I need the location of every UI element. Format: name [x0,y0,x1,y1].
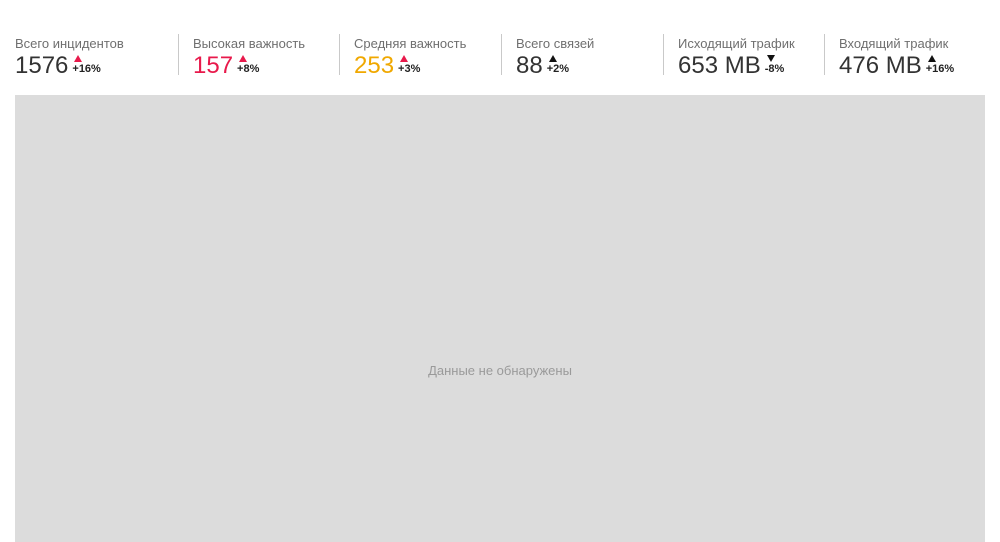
stat-label: Всего связей [516,36,595,51]
stat-value: 88 [516,52,543,79]
chart-area: Данные не обнаружены [15,95,985,542]
stat-change: +3% [398,54,434,78]
arrow-up-icon [74,55,83,62]
stat-change: -8% [765,54,801,78]
stat-label: Высокая важность [193,36,306,51]
stat-value: 1576 [15,52,69,79]
arrow-up-icon [927,55,936,62]
stat-incoming-traffic: Входящий трафик 476 MB +16% [824,34,985,79]
stat-high-severity: Высокая важность 157 +8% [178,34,339,79]
stat-medium-severity: Средняя важность 253 +3% [339,34,501,79]
stat-row: 88 +2% [516,52,583,80]
stat-value: 653 MB [678,52,761,79]
empty-state-message: Данные не обнаружены [428,363,572,378]
stat-change-text: +2% [546,63,570,75]
stat-row: 157 +8% [193,52,273,80]
stat-label: Исходящий трафик [678,36,795,51]
stat-total-links: Всего связей 88 +2% [501,34,663,79]
stat-row: 653 MB -8% [678,52,801,80]
stat-value: 253 [354,52,395,79]
stat-row: 1576 +16% [15,52,108,80]
stat-row: 476 MB +16% [839,52,962,80]
stats-bar: Всего инцидентов 1576 +16% Высокая важно… [15,34,985,79]
arrow-up-icon [548,55,557,62]
stat-change-text: -8% [764,63,785,75]
stat-label: Всего инцидентов [15,36,124,51]
stat-label: Средняя важность [354,36,467,51]
stat-value: 476 MB [839,52,922,79]
stat-change-text: +16% [72,63,101,75]
stat-total-incidents: Всего инцидентов 1576 +16% [15,34,178,79]
stat-change-text: +8% [237,63,260,75]
arrow-down-icon [766,55,775,62]
stat-outgoing-traffic: Исходящий трафик 653 MB -8% [663,34,824,79]
stat-label: Входящий трафик [839,36,949,51]
stat-value: 157 [193,52,234,79]
stat-change-text: +3% [398,63,421,75]
stat-change: +2% [547,54,583,78]
stat-change-text: +16% [925,63,955,75]
arrow-up-icon [239,55,248,62]
stat-change: +16% [72,54,108,78]
arrow-up-icon [400,55,409,62]
stat-change: +8% [237,54,273,78]
stat-change: +16% [926,54,962,78]
stat-row: 253 +3% [354,52,434,80]
